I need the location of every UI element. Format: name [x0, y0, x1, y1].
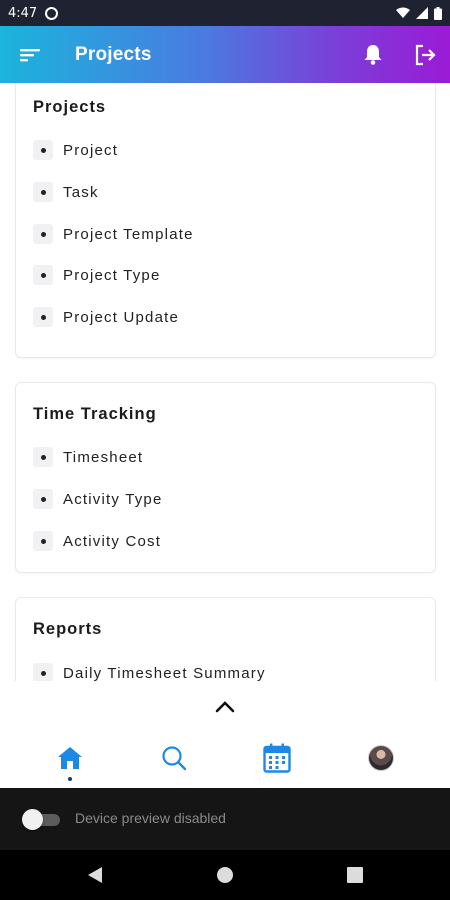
- recent-apps-icon[interactable]: [347, 867, 363, 883]
- bullet-icon: [33, 663, 53, 681]
- list-item[interactable]: Project Template: [33, 224, 194, 244]
- list-item[interactable]: Project Update: [33, 307, 179, 327]
- list-item-label: Task: [63, 183, 99, 201]
- list-item[interactable]: Daily Timesheet Summary: [33, 663, 266, 681]
- list-item[interactable]: Task: [33, 182, 99, 202]
- calendar-icon[interactable]: [262, 743, 292, 773]
- list-item-label: Daily Timesheet Summary: [63, 664, 266, 682]
- home-icon[interactable]: [55, 743, 85, 773]
- system-navigation-bar: [0, 850, 450, 900]
- list-item-label: Activity Type: [63, 490, 163, 508]
- logout-icon[interactable]: [412, 42, 438, 68]
- bullet-icon: [33, 447, 53, 467]
- status-time: 4:47: [8, 5, 38, 21]
- avatar: [368, 745, 394, 771]
- app-bar-actions: [360, 42, 438, 68]
- list-item[interactable]: Timesheet: [33, 447, 143, 467]
- device-preview-bar: Device preview disabled: [0, 788, 450, 850]
- search-icon[interactable]: [159, 743, 189, 773]
- list-item-label: Activity Cost: [63, 532, 162, 550]
- list-item-label: Project Type: [63, 266, 161, 284]
- back-icon[interactable]: [86, 866, 104, 884]
- module-list[interactable]: Projects Project Task Project Template P…: [0, 83, 450, 681]
- profile-avatar[interactable]: [366, 743, 396, 773]
- notification-app-icon: [45, 6, 59, 20]
- list-item-label: Project Template: [63, 225, 194, 243]
- status-icons: [396, 6, 442, 20]
- bell-icon[interactable]: [360, 42, 386, 68]
- toggle-thumb: [22, 809, 43, 830]
- list-item[interactable]: Project Type: [33, 265, 161, 285]
- home-button-icon[interactable]: [217, 867, 233, 883]
- list-item-label: Project Update: [63, 308, 180, 326]
- app-bar: Projects: [0, 26, 450, 83]
- section-title: Time Tracking: [33, 405, 157, 423]
- bullet-icon: [33, 307, 53, 327]
- bullet-icon: [33, 224, 53, 244]
- bullet-icon: [33, 182, 53, 202]
- bullet-icon: [33, 489, 53, 509]
- list-item[interactable]: Project: [33, 140, 118, 160]
- section-card-projects: Projects Project Task Project Template P…: [15, 83, 436, 358]
- list-item-label: Project: [63, 141, 119, 159]
- list-item-label: Timesheet: [63, 448, 144, 466]
- page-title: Projects: [75, 43, 152, 65]
- active-indicator: [68, 777, 72, 781]
- wifi-icon: [396, 7, 410, 18]
- status-bar: 4:47: [0, 0, 450, 26]
- device-preview-toggle[interactable]: [22, 809, 62, 830]
- signal-icon: [416, 7, 428, 19]
- section-title: Reports: [33, 620, 103, 638]
- bullet-icon: [33, 265, 53, 285]
- section-card-reports: Reports Daily Timesheet Summary: [15, 597, 436, 681]
- menu-icon[interactable]: [18, 43, 42, 67]
- list-item[interactable]: Activity Cost: [33, 531, 161, 551]
- bottom-navigation: [0, 681, 450, 788]
- device-preview-label: Device preview disabled: [75, 810, 226, 826]
- section-title: Projects: [33, 98, 107, 116]
- bullet-icon: [33, 531, 53, 551]
- section-card-time-tracking: Time Tracking Timesheet Activity Type Ac…: [15, 382, 436, 573]
- list-item[interactable]: Activity Type: [33, 489, 163, 509]
- bullet-icon: [33, 140, 53, 160]
- battery-icon: [434, 6, 442, 20]
- chevron-up-icon[interactable]: [213, 695, 237, 719]
